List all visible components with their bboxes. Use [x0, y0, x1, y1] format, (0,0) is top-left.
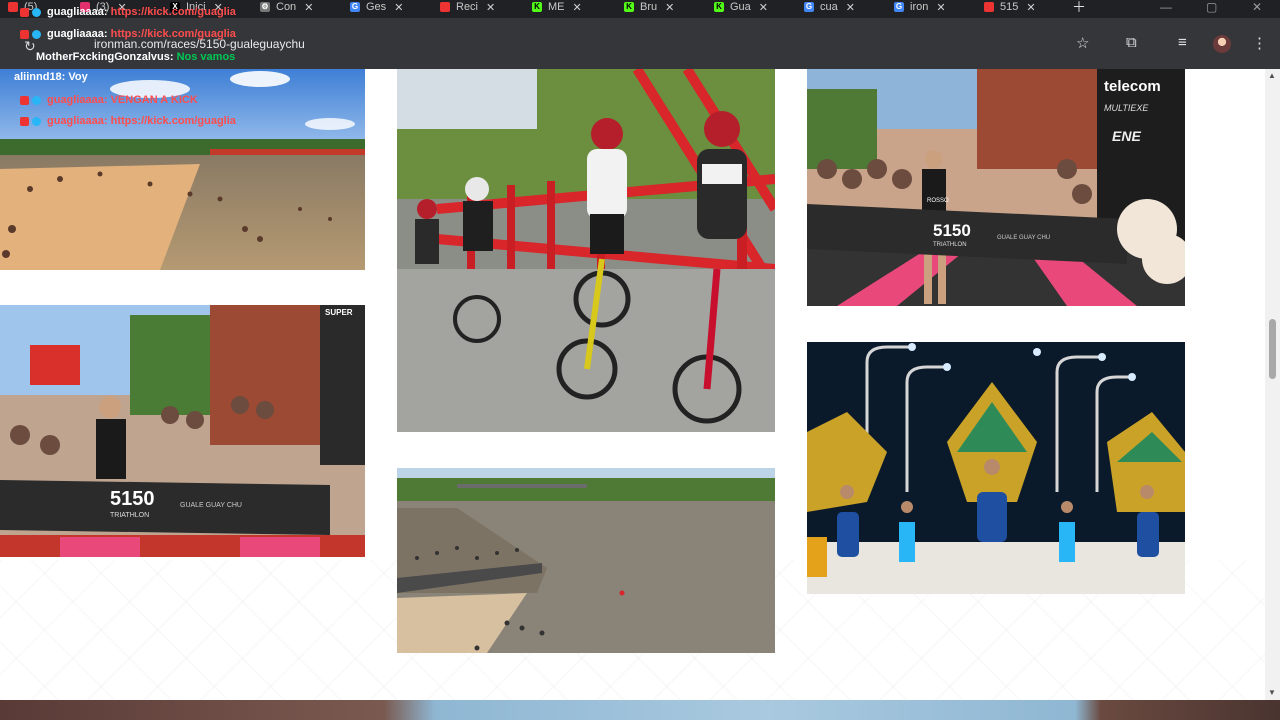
chat-message: aliinnd18: Voy [14, 71, 88, 83]
chat-username: guagliaaaa: [47, 115, 108, 127]
chat-message: guagliaaaa: https://kick.com/guaglia [20, 28, 236, 40]
chat-message: guagliaaaa: VENGAN A KICK [20, 94, 198, 106]
tab-8[interactable]: K Gua ✕ [714, 0, 768, 14]
chat-text: VENGAN A KICK [110, 94, 198, 106]
tab-4[interactable]: G Ges ✕ [350, 0, 403, 14]
youtube-badge-icon [20, 95, 29, 105]
carnival-image [807, 342, 1185, 594]
google-icon: G [894, 2, 904, 12]
sponsor-sub-text: MULTIEXE [1104, 103, 1149, 113]
tab-9[interactable]: G cua ✕ [804, 0, 855, 14]
tab-11-active[interactable]: 515 ✕ [984, 0, 1036, 14]
tab-label: Gua [730, 1, 751, 13]
extensions-icon[interactable]: ⧉ [1126, 34, 1137, 51]
bookmark-star-icon[interactable]: ☆ [1076, 34, 1089, 52]
tab-label: cua [820, 1, 838, 13]
banner-5150-text: 5150 [933, 221, 971, 240]
runner-bib-text: ROSSO [927, 198, 949, 204]
close-icon[interactable]: ✕ [936, 1, 945, 14]
chat-link: https://kick.com/guaglia [110, 115, 236, 127]
chat-text: Voy [68, 71, 88, 83]
ironman-icon [984, 2, 994, 12]
google-icon: G [804, 2, 814, 12]
banner-5150-text: 5150 [110, 488, 155, 510]
chat-message: guagliaaaa: https://kick.com/guaglia [20, 115, 236, 127]
chat-link: https://kick.com/guaglia [110, 6, 236, 18]
kick-badge-icon [32, 7, 41, 17]
kick-icon: K [714, 2, 724, 12]
menu-kebab-icon[interactable]: ⋮ [1252, 34, 1267, 52]
gallery-photo-carnival[interactable] [807, 342, 1185, 594]
kick-icon: K [624, 2, 634, 12]
scroll-down-icon[interactable]: ▼ [1268, 688, 1276, 697]
tab-3[interactable]: ⚙ Con ✕ [260, 0, 313, 14]
chat-text: Nos vamos [176, 51, 236, 63]
banner-place-text: GUALE GUAY CHU [180, 502, 242, 509]
athlete-banner-image: SUPER 5150 TRIATHLON GUALE GUAY CHU [0, 305, 365, 557]
banner-triathlon-text: TRIATHLON [933, 242, 967, 248]
tab-5[interactable]: Reci ✕ [440, 0, 495, 14]
kick-badge-icon [32, 116, 41, 126]
chat-username: guagliaaaa: [47, 28, 108, 40]
chat-username: MotherFxckingGonzalvus: [36, 51, 174, 63]
close-icon[interactable]: ✕ [1026, 1, 1035, 14]
sponsor-sub-text-2: ENE [1112, 128, 1141, 144]
tab-label: 515 [1000, 1, 1019, 13]
gallery-photo-finish-line[interactable]: telecom MULTIEXE ENE ROSSO 5150 TRIATHLO… [807, 69, 1185, 306]
river-image [397, 468, 775, 653]
reload-icon[interactable]: ↻ [24, 38, 36, 55]
banner-triathlon-text: TRIATHLON [110, 512, 149, 519]
chat-message: MotherFxckingGonzalvus: Nos vamos [36, 51, 235, 63]
scroll-up-icon[interactable]: ▲ [1268, 71, 1276, 80]
close-icon[interactable]: ✕ [573, 1, 582, 14]
new-tab-button[interactable]: ＋ [1072, 0, 1086, 15]
chat-username: guagliaaaa: [47, 94, 108, 106]
chat-message: guagliaaaa: https://kick.com/guaglia [20, 6, 236, 18]
kick-badge-icon [32, 95, 41, 105]
window-close-icon[interactable]: ✕ [1252, 0, 1262, 14]
close-icon[interactable]: ✕ [486, 1, 495, 14]
media-control-icon[interactable]: ≡ [1178, 34, 1187, 51]
close-icon[interactable]: ✕ [846, 1, 855, 14]
tab-6[interactable]: K ME ✕ [532, 0, 582, 14]
tab-10[interactable]: G iron ✕ [894, 0, 946, 14]
cyclists-image [397, 69, 775, 432]
minimize-icon[interactable]: — [1160, 0, 1172, 14]
youtube-badge-icon [20, 29, 29, 39]
chat-username: aliinnd18: [14, 71, 66, 83]
kick-badge-icon [32, 29, 41, 39]
kick-icon: K [532, 2, 542, 12]
side-sign-text: SUPER [325, 308, 353, 317]
google-icon: G [350, 2, 360, 12]
banner-place-text: GUALE GUAY CHU [997, 235, 1050, 241]
tab-label: Bru [640, 1, 658, 13]
profile-avatar[interactable] [1213, 35, 1231, 53]
chat-username: guagliaaaa: [47, 6, 108, 18]
gear-icon: ⚙ [260, 2, 270, 12]
maximize-icon[interactable]: ▢ [1206, 0, 1217, 14]
youtube-badge-icon [20, 116, 29, 126]
webcam-overlay [0, 700, 1280, 720]
close-icon[interactable]: ✕ [394, 1, 403, 14]
close-icon[interactable]: ✕ [759, 1, 768, 14]
gallery-photo-cyclists[interactable] [397, 69, 775, 432]
chat-link: https://kick.com/guaglia [110, 28, 236, 40]
page-scrollbar[interactable]: ▲ ▼ [1265, 69, 1280, 700]
tab-7[interactable]: K Bru ✕ [624, 0, 674, 14]
tab-label: iron [910, 1, 929, 13]
gallery-photo-river[interactable] [397, 468, 775, 653]
tab-label: Ges [366, 1, 387, 13]
tab-label: ME [548, 1, 565, 13]
sponsor-text: telecom [1104, 78, 1161, 95]
gmail-icon [440, 2, 450, 12]
scroll-thumb[interactable] [1269, 319, 1276, 379]
youtube-badge-icon [20, 7, 29, 17]
finish-line-image: telecom MULTIEXE ENE ROSSO 5150 TRIATHLO… [807, 69, 1185, 306]
tab-label: Con [276, 1, 297, 13]
gallery-photo-athlete-banner[interactable]: SUPER 5150 TRIATHLON GUALE GUAY CHU [0, 305, 365, 557]
close-icon[interactable]: ✕ [304, 1, 313, 14]
tab-label: Reci [456, 1, 479, 13]
close-icon[interactable]: ✕ [665, 1, 674, 14]
youtube-icon [8, 2, 18, 12]
